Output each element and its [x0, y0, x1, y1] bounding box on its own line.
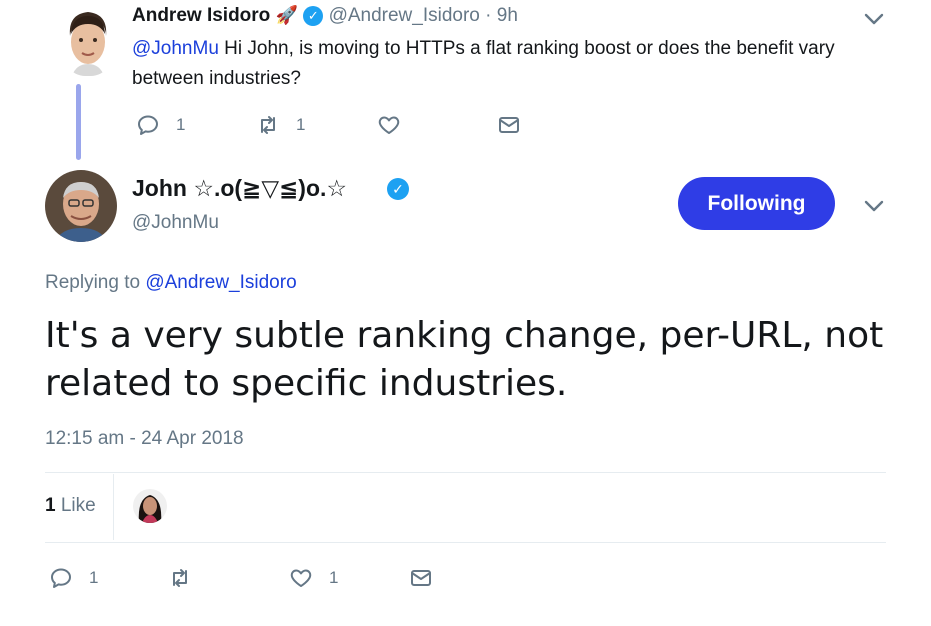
- reply-icon: [51, 568, 71, 588]
- heart-icon: [290, 569, 312, 587]
- retweet-button[interactable]: [168, 566, 192, 590]
- verified-icon: ✓: [303, 5, 324, 26]
- parent-like-button[interactable]: [377, 113, 401, 137]
- dm-button[interactable]: [409, 566, 433, 590]
- retweet-icon: [261, 116, 275, 134]
- replying-to-label: Replying to: [45, 272, 141, 293]
- following-button[interactable]: Following: [678, 177, 835, 230]
- reply-icon: [138, 115, 158, 135]
- likes-separator: [113, 474, 114, 540]
- avatar-andrew[interactable]: [60, 6, 116, 76]
- retweet-icon: [173, 569, 187, 587]
- reply-count: 1: [89, 568, 99, 587]
- reply-button[interactable]: 1: [49, 566, 98, 590]
- parent-tweet-text: @JohnMu Hi John, is moving to HTTPs a fl…: [132, 34, 872, 94]
- chevron-down-icon[interactable]: [864, 12, 884, 26]
- heart-icon: [378, 116, 400, 134]
- avatar-john[interactable]: [45, 170, 117, 242]
- chevron-down-icon[interactable]: [864, 199, 884, 213]
- parent-reply-count: 1: [176, 115, 186, 134]
- parent-mention-link[interactable]: @JohnMu: [132, 38, 219, 59]
- like-count: 1: [329, 568, 339, 587]
- parent-dm-button[interactable]: [497, 113, 521, 137]
- likes-summary[interactable]: 1 Like: [45, 495, 96, 517]
- parent-author-handle[interactable]: @Andrew_Isidoro: [329, 5, 480, 26]
- parent-author-name[interactable]: Andrew Isidoro: [132, 5, 270, 26]
- verified-icon: ✓: [387, 178, 409, 200]
- mail-icon: [499, 117, 519, 133]
- main-author-name[interactable]: John ☆.o(≧▽≦)o.☆: [132, 175, 347, 202]
- mail-icon: [411, 570, 431, 586]
- replying-to-line: Replying to @Andrew_Isidoro: [45, 272, 297, 294]
- main-tweet-text: It's a very subtle ranking change, per-U…: [45, 315, 884, 404]
- rocket-emoji: 🚀: [275, 5, 298, 25]
- parent-tweet-time[interactable]: · 9h: [485, 5, 518, 26]
- likes-label: Like: [60, 495, 96, 516]
- parent-tweet-body: Hi John, is moving to HTTPs a flat ranki…: [132, 38, 835, 89]
- parent-retweet-button[interactable]: 1: [256, 113, 305, 137]
- main-author-handle[interactable]: @JohnMu: [132, 212, 219, 234]
- replying-to-link[interactable]: @Andrew_Isidoro: [145, 272, 296, 293]
- parent-retweet-count: 1: [296, 115, 306, 134]
- divider-top: [45, 472, 886, 473]
- like-button[interactable]: 1: [289, 566, 338, 590]
- thread-line: [76, 84, 81, 160]
- parent-reply-button[interactable]: 1: [136, 113, 185, 137]
- divider-bottom: [45, 542, 886, 543]
- likes-count: 1: [45, 495, 56, 516]
- tweet-timestamp[interactable]: 12:15 am - 24 Apr 2018: [45, 428, 244, 450]
- liker-avatar[interactable]: [133, 489, 167, 523]
- parent-tweet-header: Andrew Isidoro 🚀 ✓ @Andrew_Isidoro · 9h: [132, 5, 518, 27]
